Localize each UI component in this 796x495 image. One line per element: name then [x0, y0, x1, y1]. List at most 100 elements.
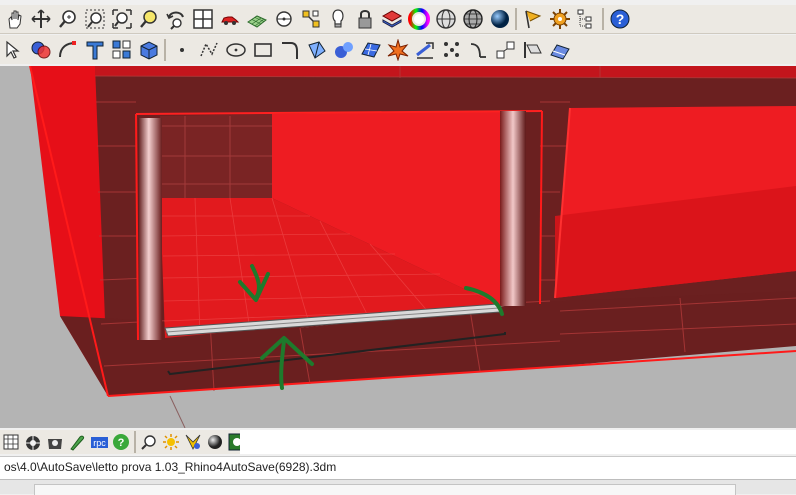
- help-button[interactable]: ?: [606, 7, 633, 32]
- blend-curve-icon: [470, 42, 486, 58]
- bottom-strip: [0, 479, 796, 495]
- grid-plane-icon: [246, 15, 267, 28]
- svg-text:rpc: rpc: [93, 438, 106, 448]
- zoom-window-button[interactable]: [81, 7, 108, 32]
- viewport-canvas[interactable]: [0, 66, 796, 428]
- ellipse-button[interactable]: [222, 37, 249, 62]
- render-sphere-button[interactable]: [204, 431, 226, 453]
- undo-view-button[interactable]: [162, 7, 189, 32]
- points-grid-button[interactable]: [438, 37, 465, 62]
- text-t-icon: [86, 41, 103, 59]
- points-grid-icon: [443, 41, 459, 57]
- fillet-curve-button[interactable]: [276, 37, 303, 62]
- transform-button[interactable]: [492, 37, 519, 62]
- boolean-icon: [31, 41, 50, 58]
- tree-button[interactable]: [573, 7, 600, 32]
- lock-button[interactable]: [351, 7, 378, 32]
- rotate-view-icon: [30, 9, 51, 28]
- zoom-button[interactable]: [54, 7, 81, 32]
- main-toolbar: ?: [0, 5, 796, 34]
- solid-spheres-icon: [334, 41, 353, 58]
- right-jamb: [500, 111, 526, 306]
- boolean-button[interactable]: [27, 37, 54, 62]
- solid-spheres-button[interactable]: [330, 37, 357, 62]
- pan-hand-icon: [7, 10, 22, 29]
- grid-plane-button[interactable]: [243, 7, 270, 32]
- group-button[interactable]: [108, 37, 135, 62]
- align-button[interactable]: [519, 37, 546, 62]
- dimension-icon: [415, 41, 434, 59]
- mesh-plane-button[interactable]: [357, 37, 384, 62]
- gear-button[interactable]: [546, 7, 573, 32]
- svg-text:?: ?: [615, 11, 624, 27]
- render-teapot-button[interactable]: [22, 431, 44, 453]
- align-icon: [523, 41, 542, 58]
- rotate-view-button[interactable]: [27, 7, 54, 32]
- select-arrow-button[interactable]: [0, 37, 27, 62]
- snap-button[interactable]: [297, 7, 324, 32]
- sun-icon: [163, 434, 179, 450]
- zoom-extents-button[interactable]: [108, 7, 135, 32]
- gear-icon: [549, 9, 570, 29]
- bottom-tab[interactable]: [34, 484, 736, 495]
- render-save-icon: [48, 439, 62, 449]
- render-grid-icon: [3, 434, 19, 450]
- arc-button[interactable]: [54, 37, 81, 62]
- render-light-icon: [185, 434, 201, 450]
- layer-button[interactable]: [378, 7, 405, 32]
- sun-button[interactable]: [160, 431, 182, 453]
- point-button[interactable]: [168, 37, 195, 62]
- mesh-plane-icon: [360, 41, 381, 58]
- text-t-button[interactable]: [81, 37, 108, 62]
- four-viewports-button[interactable]: [189, 7, 216, 32]
- zoom-selected-button[interactable]: [135, 7, 162, 32]
- explode-button[interactable]: [384, 37, 411, 62]
- color-wheel-button[interactable]: [405, 7, 432, 32]
- lock-icon: [358, 10, 371, 29]
- point-icon: [179, 47, 184, 52]
- secondary-toolbar: [0, 35, 796, 64]
- car-button[interactable]: [216, 7, 243, 32]
- light-bulb-button[interactable]: [324, 7, 351, 32]
- help-icon: ?: [610, 9, 629, 29]
- explode-icon: [387, 38, 408, 61]
- flag-icon: [524, 10, 541, 29]
- render-brush-button[interactable]: [66, 431, 88, 453]
- rpc-button[interactable]: rpc: [88, 431, 110, 453]
- target-icon: [275, 11, 292, 27]
- pan-hand-button[interactable]: [0, 7, 27, 32]
- layer-icon: [381, 10, 402, 28]
- render-grid-button[interactable]: [0, 431, 22, 453]
- light-bulb-icon: [331, 9, 344, 28]
- toolbar-separator: [164, 38, 166, 61]
- render-toolbar: rpc?: [0, 430, 246, 454]
- select-arrow-icon: [5, 40, 20, 59]
- flag-button[interactable]: [519, 7, 546, 32]
- render-teapot-icon: [26, 436, 40, 450]
- polyline-button[interactable]: [195, 37, 222, 62]
- dimension-button[interactable]: [411, 37, 438, 62]
- group-icon: [112, 40, 130, 58]
- render-zoom-icon: [141, 435, 156, 450]
- four-viewports-icon: [192, 9, 213, 29]
- target-button[interactable]: [270, 7, 297, 32]
- ellipse-icon: [225, 42, 246, 57]
- help-green-button[interactable]: ?: [110, 431, 132, 453]
- ghosted-sphere-button[interactable]: [459, 7, 486, 32]
- shaded-sphere-button[interactable]: [486, 7, 513, 32]
- blend-curve-button[interactable]: [465, 37, 492, 62]
- rectangle-button[interactable]: [249, 37, 276, 62]
- zoom-extents-icon: [111, 9, 132, 29]
- measure-button[interactable]: [546, 37, 573, 62]
- render-toolbar-empty: [240, 430, 796, 454]
- render-light-button[interactable]: [182, 431, 204, 453]
- box-button[interactable]: [135, 37, 162, 62]
- render-save-button[interactable]: [44, 431, 66, 453]
- color-wheel-icon: [407, 8, 430, 30]
- surface-patch-icon: [307, 40, 326, 59]
- render-zoom-button[interactable]: [138, 431, 160, 453]
- surface-patch-button[interactable]: [303, 37, 330, 62]
- wireframe-sphere-button[interactable]: [432, 7, 459, 32]
- perspective-viewport[interactable]: [0, 66, 796, 428]
- toolbar-separator: [134, 431, 136, 453]
